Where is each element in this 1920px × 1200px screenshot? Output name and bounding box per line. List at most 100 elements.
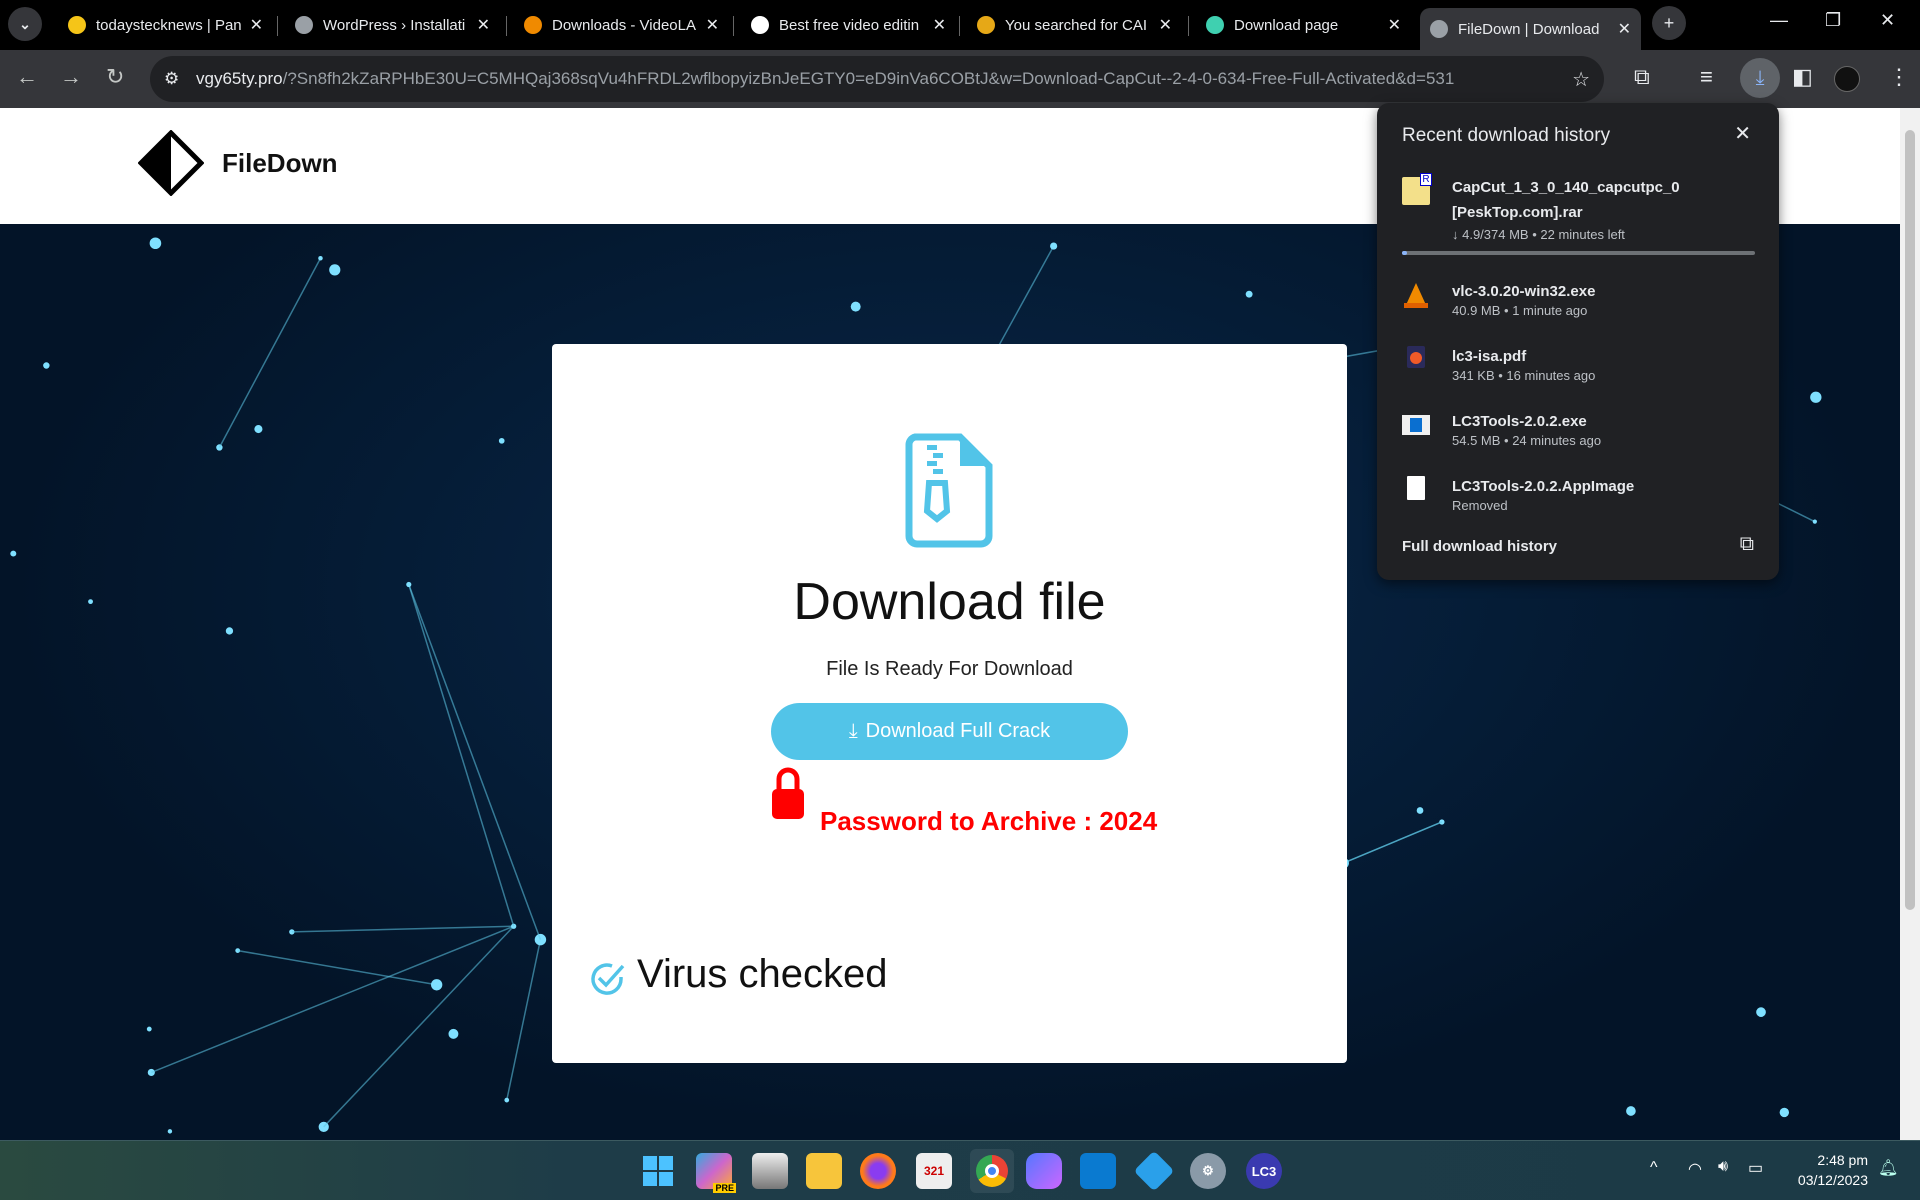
- close-window-button[interactable]: ✕: [1880, 10, 1895, 31]
- tab-title: Download page: [1234, 16, 1339, 34]
- restore-button[interactable]: ❐: [1825, 10, 1841, 31]
- toolbar: ← → ↻ ⚙ vgy65ty.pro/?Sn8fh2kZaRPHbE30U=C…: [0, 50, 1920, 108]
- tab-title: Downloads - VideoLA: [552, 16, 696, 34]
- dropbox-icon[interactable]: [1133, 1150, 1175, 1192]
- new-tab-button[interactable]: +: [1652, 6, 1686, 40]
- vlc-file-icon: [1402, 281, 1430, 309]
- forward-icon[interactable]: →: [60, 64, 82, 90]
- filedown-logo-icon[interactable]: [138, 130, 204, 196]
- download-meta: ↓ 4.9/374 MB • 22 minutes left: [1452, 227, 1625, 242]
- minimize-button[interactable]: —: [1770, 10, 1788, 31]
- panel-title: Recent download history: [1402, 125, 1611, 146]
- start-button[interactable]: [640, 1153, 676, 1189]
- taskbar: PRE 321 ⚙ LC3 ^ ◠ 🔊︎ ▭ 2:48 pm 03/12/2023…: [0, 1140, 1920, 1200]
- notification-bell-icon[interactable]: 🔔︎: [1878, 1158, 1898, 1178]
- task-view-icon[interactable]: [752, 1153, 788, 1189]
- copilot-icon[interactable]: PRE: [696, 1153, 736, 1193]
- address-bar[interactable]: ⚙ vgy65ty.pro/?Sn8fh2kZaRPHbE30U=C5MHQaj…: [150, 56, 1604, 102]
- download-item[interactable]: R CapCut_1_3_0_140_capcutpc_0 [PeskTop.c…: [1402, 173, 1762, 255]
- download-item[interactable]: LC3Tools-2.0.2.AppImage Removed: [1402, 474, 1762, 519]
- tab-search-button[interactable]: ⌄: [8, 7, 42, 41]
- tab[interactable]: todaystecknews | Pan ✕: [58, 8, 273, 42]
- profile-avatar[interactable]: [1834, 66, 1860, 92]
- download-name: CapCut_1_3_0_140_capcutpc_0 [PeskTop.com…: [1452, 179, 1680, 221]
- wifi-icon[interactable]: ◠: [1688, 1159, 1702, 1179]
- battery-icon[interactable]: ▭: [1748, 1158, 1763, 1178]
- file-explorer-icon[interactable]: [806, 1153, 842, 1189]
- download-full-crack-button[interactable]: ⤓ Download Full Crack: [771, 703, 1128, 760]
- download-meta: 341 KB • 16 minutes ago: [1452, 368, 1596, 383]
- close-tab-icon[interactable]: ✕: [706, 15, 719, 35]
- tab-separator: [733, 16, 734, 36]
- tab-title: Best free video editin: [779, 16, 920, 34]
- close-tab-icon[interactable]: ✕: [477, 15, 490, 35]
- side-panel-icon[interactable]: ◧: [1792, 64, 1813, 90]
- tab-strip: ⌄ todaystecknews | Pan ✕ WordPress › Insta…: [0, 0, 1920, 50]
- download-page-icon: [1206, 16, 1224, 34]
- tab[interactable]: Best free video editin ✕: [741, 8, 956, 42]
- copilot-app-icon[interactable]: [1026, 1153, 1062, 1189]
- rar-file-icon: R: [1402, 173, 1432, 205]
- page-scrollbar[interactable]: [1900, 108, 1920, 1140]
- store-icon[interactable]: [1080, 1153, 1116, 1189]
- settings-icon[interactable]: ⚙: [1190, 1153, 1226, 1189]
- site-info-icon[interactable]: ⚙: [164, 69, 179, 89]
- lock-icon: [772, 767, 804, 819]
- volume-icon[interactable]: 🔊︎: [1718, 1158, 1728, 1176]
- downloads-icon[interactable]: ⤓: [1740, 58, 1780, 98]
- card-title: Download file: [793, 573, 1106, 631]
- tab[interactable]: Downloads - VideoLA ✕: [514, 8, 729, 42]
- clock-date: 03/12/2023: [1797, 1172, 1868, 1188]
- chrome-icon[interactable]: [970, 1149, 1014, 1193]
- close-tab-icon[interactable]: ✕: [1159, 15, 1172, 35]
- close-tab-icon[interactable]: ✕: [250, 15, 263, 35]
- tab[interactable]: You searched for CAI ✕: [967, 8, 1182, 42]
- show-hidden-icons[interactable]: ^: [1650, 1159, 1658, 1177]
- url-host: vgy65ty.pro: [196, 69, 283, 88]
- archive-password: Password to Archive : 2024: [820, 806, 1158, 836]
- download-button-label: Download Full Crack: [865, 720, 1051, 742]
- tab-title: FileDown | Download: [1458, 20, 1600, 38]
- download-item[interactable]: LC3Tools-2.0.2.exe 54.5 MB • 24 minutes …: [1402, 409, 1762, 454]
- reload-icon[interactable]: ↻: [106, 64, 124, 90]
- tab-title: You searched for CAI: [1005, 16, 1148, 34]
- close-tab-icon[interactable]: ✕: [933, 15, 946, 35]
- tab-separator: [277, 16, 278, 36]
- extensions-icon[interactable]: ⧉: [1634, 64, 1650, 90]
- media-player-classic-icon[interactable]: 321: [916, 1153, 952, 1189]
- tab[interactable]: FileDown | Download ✕: [1420, 8, 1641, 50]
- close-tab-icon[interactable]: ✕: [1618, 19, 1631, 39]
- zip-file-icon: [905, 433, 993, 548]
- back-icon[interactable]: ←: [16, 64, 38, 90]
- globe-icon: [1430, 20, 1448, 38]
- close-tab-icon[interactable]: ✕: [1388, 15, 1401, 35]
- download-meta: Removed: [1452, 498, 1508, 513]
- pre-badge: PRE: [713, 1183, 736, 1193]
- menu-icon[interactable]: ⋮: [1888, 64, 1910, 90]
- tab[interactable]: WordPress › Installati ✕: [285, 8, 500, 42]
- download-meta: 54.5 MB • 24 minutes ago: [1452, 433, 1602, 448]
- site-brand[interactable]: FileDown: [222, 148, 338, 179]
- tab[interactable]: Download page ✕: [1196, 8, 1411, 42]
- tab-title: WordPress › Installati: [323, 16, 466, 34]
- bolt-icon: [68, 16, 86, 34]
- tab-separator: [1188, 16, 1189, 36]
- check-circle-icon: [591, 963, 625, 995]
- pdf-firefox-icon: [1407, 346, 1425, 368]
- download-item[interactable]: lc3-isa.pdf 341 KB • 16 minutes ago: [1402, 344, 1762, 389]
- open-external-icon[interactable]: ⧉: [1740, 533, 1754, 556]
- clock[interactable]: 2:48 pm 03/12/2023: [1780, 1150, 1868, 1190]
- download-history-panel: Recent download history ✕ R CapCut_1_3_0…: [1377, 103, 1779, 580]
- full-download-history-link[interactable]: Full download history: [1402, 538, 1557, 555]
- clock-time: 2:48 pm: [1817, 1152, 1868, 1168]
- url-path: /?Sn8fh2kZaRPHbE30U=C5MHQaj368sqVu4hFRDL…: [282, 69, 1455, 88]
- bookmark-star-icon[interactable]: ☆: [1572, 67, 1590, 92]
- lc3-app-icon[interactable]: LC3: [1246, 1153, 1282, 1189]
- close-panel-icon[interactable]: ✕: [1734, 121, 1751, 146]
- download-meta: 40.9 MB • 1 minute ago: [1452, 303, 1588, 318]
- firefox-icon[interactable]: [860, 1153, 896, 1189]
- download-item[interactable]: vlc-3.0.20-win32.exe 40.9 MB • 1 minute …: [1402, 279, 1762, 324]
- media-control-icon[interactable]: ≡: [1700, 64, 1713, 90]
- wordpress-icon: [295, 16, 313, 34]
- vlc-icon: [524, 16, 542, 34]
